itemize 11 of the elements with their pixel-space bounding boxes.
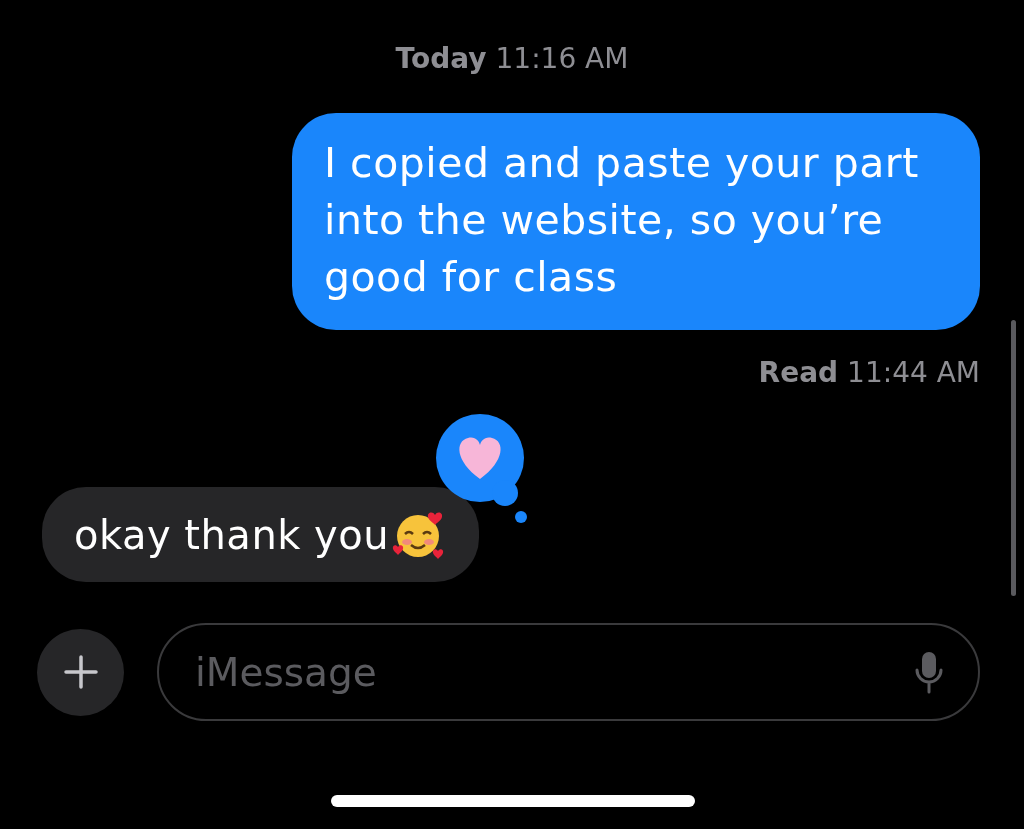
microphone-icon[interactable]: [914, 650, 944, 694]
message-composer[interactable]: iMessage: [157, 623, 980, 721]
read-time: 11:44 AM: [847, 356, 980, 389]
message-input-field[interactable]: iMessage: [193, 648, 914, 696]
heart-reaction-icon[interactable]: [435, 413, 528, 525]
message-text: okay thank you: [74, 511, 390, 558]
sent-message-bubble: I copied and paste your part into the website, so you’re good for class: [292, 113, 980, 330]
read-label: Read: [758, 356, 839, 389]
timestamp-time: 11:16 AM: [495, 41, 629, 75]
timestamp-day: Today: [395, 41, 487, 75]
plus-icon: [63, 655, 98, 689]
